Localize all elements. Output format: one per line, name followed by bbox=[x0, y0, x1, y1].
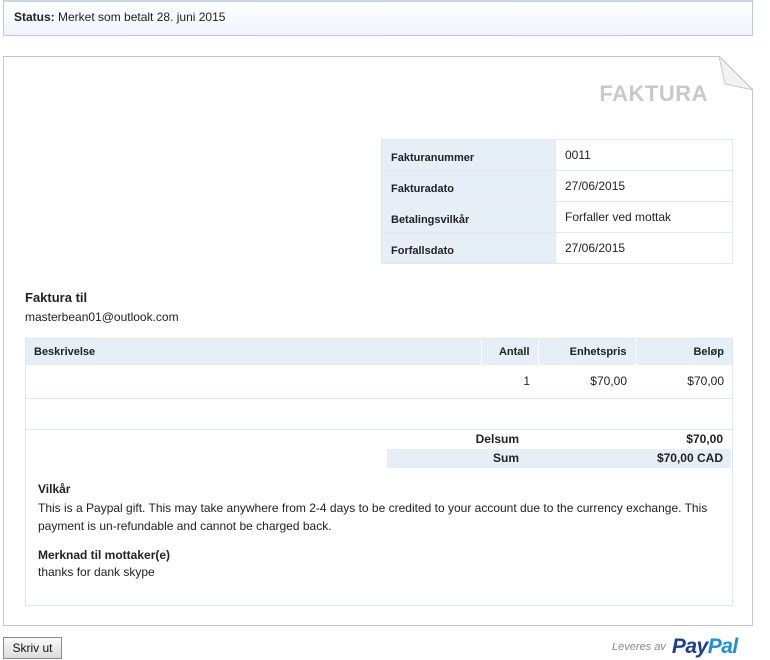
item-quantity: 1 bbox=[481, 365, 538, 399]
bill-to-email: masterbean01@outlook.com bbox=[25, 310, 179, 324]
meta-value: 0011 bbox=[555, 139, 733, 171]
notes-section: Merknad til mottaker(e) thanks for dank … bbox=[38, 548, 728, 579]
terms-text: This is a Paypal gift. This may take any… bbox=[38, 501, 708, 533]
total-value: $70,00 CAD bbox=[527, 448, 731, 468]
total-row: Sum $70,00 CAD bbox=[387, 448, 731, 468]
meta-row: Fakturanummer 0011 bbox=[381, 139, 733, 171]
bill-to-heading: Faktura til bbox=[25, 290, 88, 305]
powered-by-text: Leveres av bbox=[612, 641, 666, 653]
meta-value: 27/06/2015 bbox=[555, 170, 733, 202]
terms-heading: Vilkår bbox=[38, 482, 71, 496]
paypal-logo-pal: Pal bbox=[707, 635, 739, 658]
page-curl-corner bbox=[719, 56, 753, 90]
subtotal-label: Delsum bbox=[387, 429, 527, 449]
status-label: Status: bbox=[14, 10, 55, 24]
item-unit-price: $70,00 bbox=[538, 365, 635, 399]
subtotal-row: Delsum $70,00 bbox=[387, 429, 731, 449]
totals-table: Delsum $70,00 Sum $70,00 CAD bbox=[387, 429, 731, 468]
meta-value: 27/06/2015 bbox=[555, 232, 733, 264]
notes-text: thanks for dank skype bbox=[38, 565, 155, 579]
col-unit-price-header: Enhetspris bbox=[538, 339, 636, 365]
notes-heading: Merknad til mottaker(e) bbox=[38, 548, 171, 562]
meta-row: Forfallsdato 27/06/2015 bbox=[381, 232, 733, 264]
powered-by-paypal: Leveres av PayPal bbox=[612, 634, 738, 660]
items-table: Beskrivelse Antall Enhetspris Beløp 1 $7… bbox=[26, 339, 732, 430]
paypal-logo-pay: Pay bbox=[671, 635, 708, 658]
invoice-panel: FAKTURA Fakturanummer 0011 Fakturadato 2… bbox=[3, 56, 753, 626]
col-quantity-header: Antall bbox=[481, 339, 539, 365]
table-row: 1 $70,00 $70,00 bbox=[26, 365, 732, 399]
invoice-meta-table: Fakturanummer 0011 Fakturadato 27/06/201… bbox=[381, 139, 733, 264]
blank-cell bbox=[26, 398, 732, 430]
meta-row: Betalingsvilkår Forfaller ved mottak bbox=[381, 201, 733, 233]
blank-row bbox=[26, 398, 732, 430]
status-text: Merket som betalt 28. juni 2015 bbox=[58, 10, 226, 24]
meta-key: Fakturadato bbox=[381, 170, 556, 202]
meta-row: Fakturadato 27/06/2015 bbox=[381, 170, 733, 202]
col-amount-header: Beløp bbox=[635, 339, 732, 365]
bill-to-section: Faktura til masterbean01@outlook.com bbox=[25, 290, 179, 324]
paypal-logo: PayPal bbox=[672, 635, 738, 659]
meta-value: Forfaller ved mottak bbox=[555, 201, 733, 233]
item-description bbox=[26, 365, 481, 399]
status-bar: Status: Merket som betalt 28. juni 2015 bbox=[3, 0, 753, 36]
total-label: Sum bbox=[387, 448, 527, 468]
meta-key: Fakturanummer bbox=[381, 139, 556, 171]
invoice-title: FAKTURA bbox=[599, 81, 708, 106]
items-header-row: Beskrivelse Antall Enhetspris Beløp bbox=[26, 339, 732, 365]
terms-section: Vilkår This is a Paypal gift. This may t… bbox=[38, 482, 728, 535]
print-button[interactable]: Skriv ut bbox=[3, 637, 62, 659]
subtotal-value: $70,00 bbox=[527, 429, 731, 449]
meta-key: Forfallsdato bbox=[381, 232, 556, 264]
item-amount: $70,00 bbox=[635, 365, 732, 399]
meta-key: Betalingsvilkår bbox=[381, 201, 556, 233]
items-section: Beskrivelse Antall Enhetspris Beløp 1 $7… bbox=[25, 338, 733, 606]
col-description-header: Beskrivelse bbox=[26, 339, 482, 365]
